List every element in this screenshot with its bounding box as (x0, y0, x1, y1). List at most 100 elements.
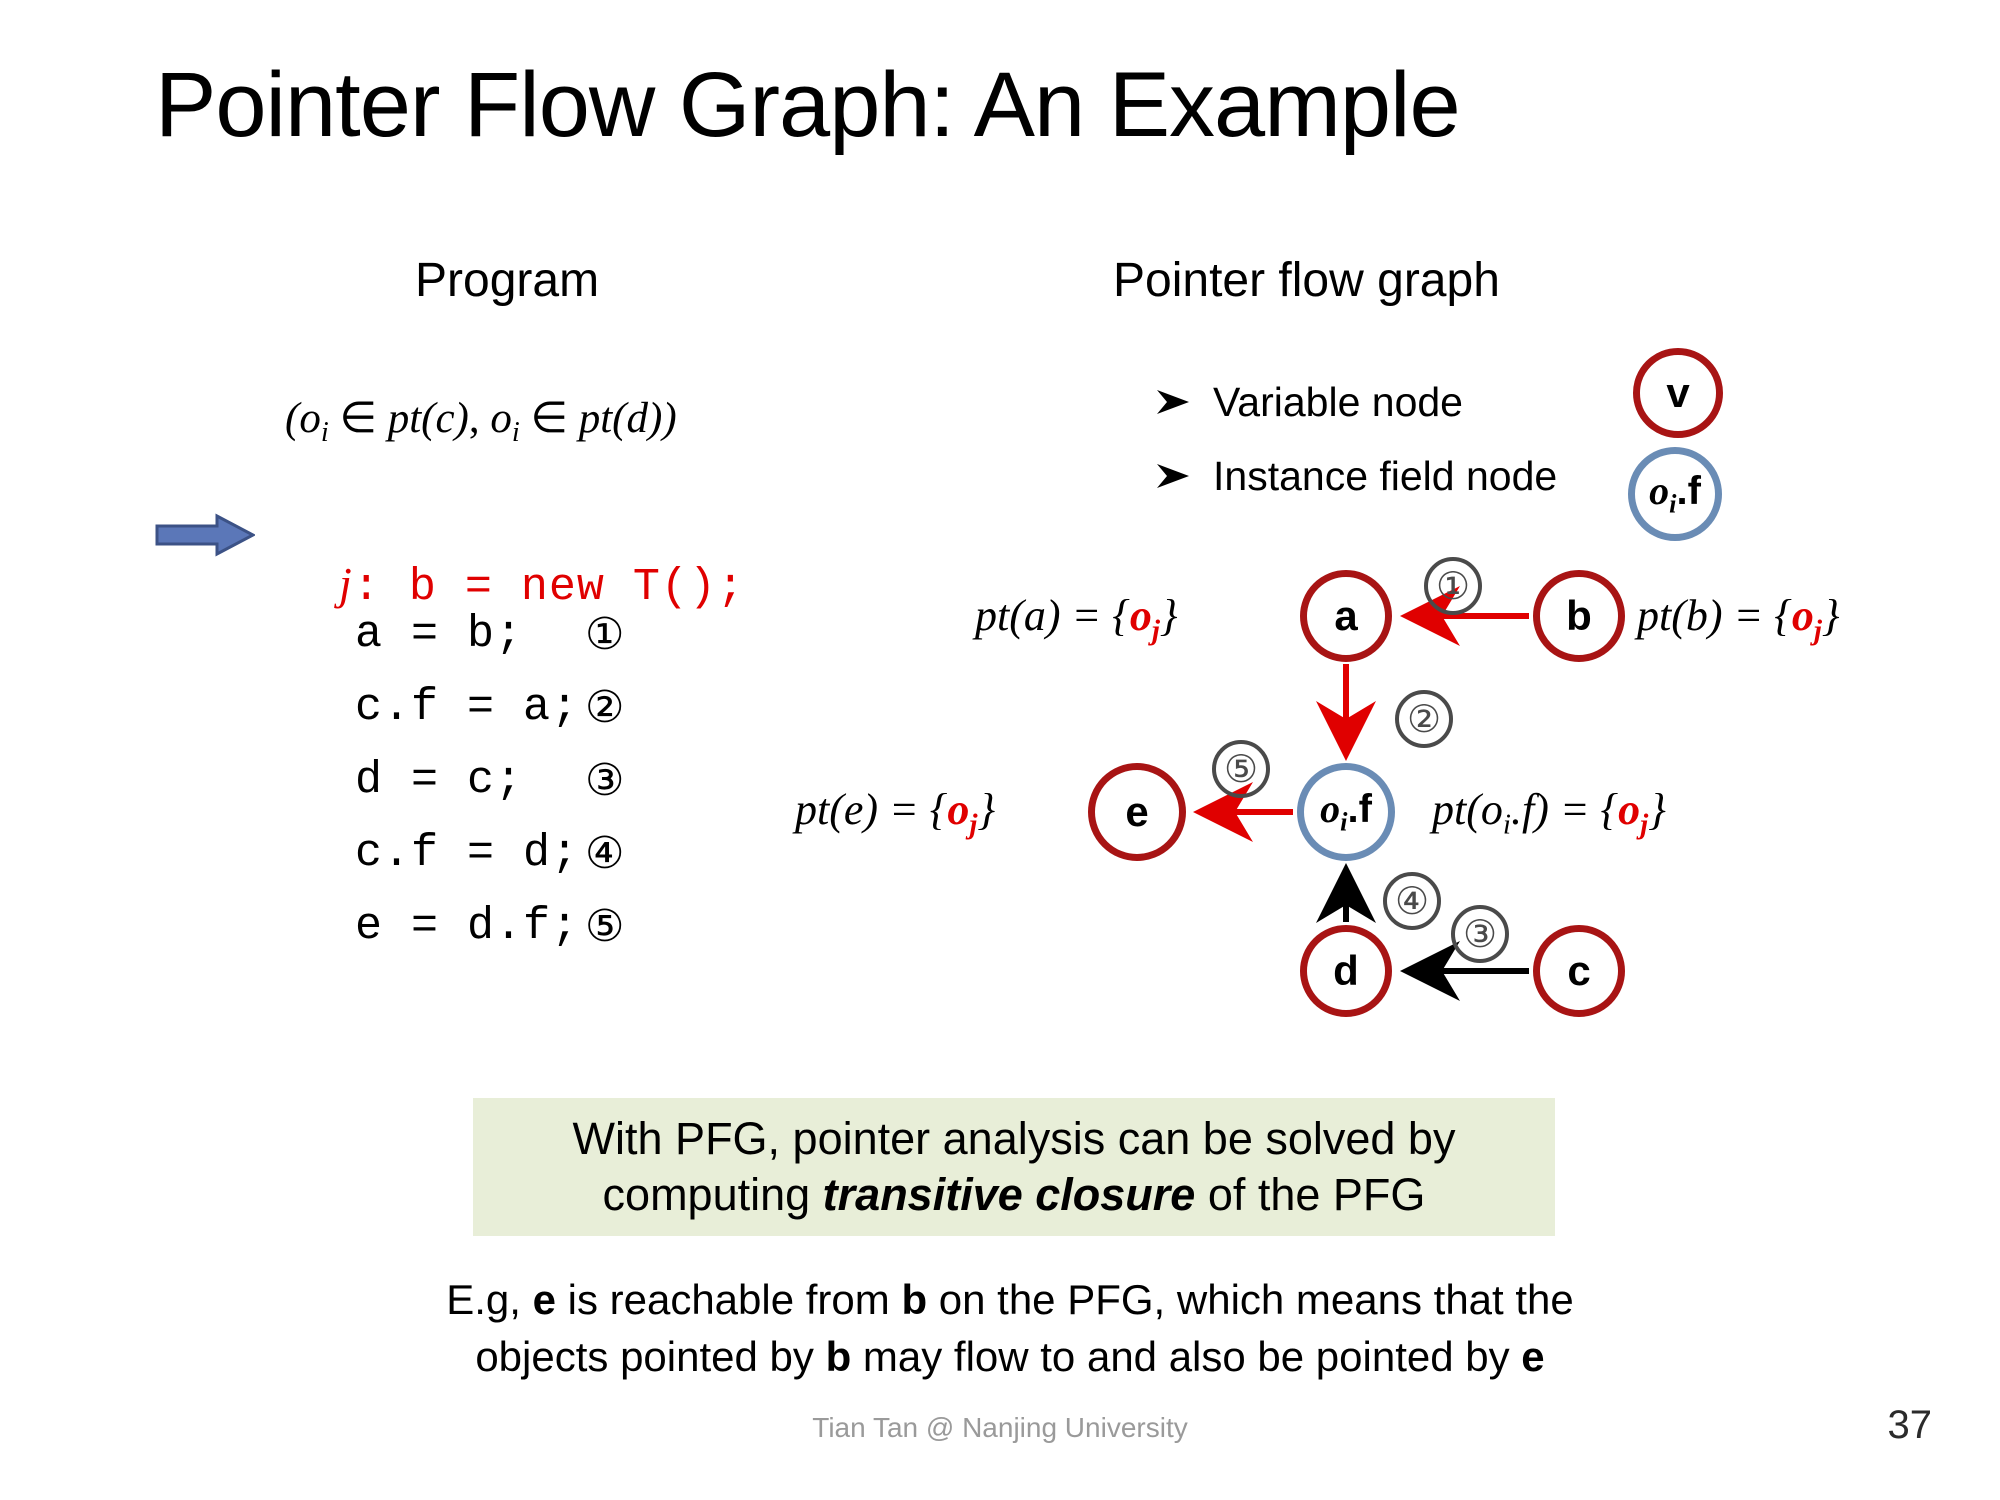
graph-node-c-label: c (1567, 947, 1591, 994)
pt-a-value: o (1129, 591, 1152, 640)
legend-instance-field-node-sample: oi.f (1628, 447, 1722, 541)
graph-node-a: a (1300, 570, 1392, 662)
legend-item-instance-field-node: Instance field node (1155, 439, 1557, 513)
chevron-bullet-icon (1157, 390, 1189, 414)
pt-e-lhs: pt(e) = { (795, 785, 948, 834)
chevron-bullet-icon (1157, 464, 1189, 488)
legend-if-o: o (1649, 468, 1670, 514)
legend-variable-node-sample: v (1633, 348, 1723, 438)
pt-of-value: o (1618, 785, 1641, 834)
program-statement-text: c.f = a; (355, 682, 580, 733)
pt-a-rhs: } (1159, 591, 1178, 640)
precondition-o2: o (490, 395, 512, 442)
program-column-heading: Program (415, 254, 600, 307)
graph-node-e: e (1088, 763, 1186, 861)
edge-number-5: ⑤ (1212, 740, 1270, 798)
program-highlight-line: j: b = new T(); (283, 506, 745, 613)
explanation-p1-c: is reachable from (555, 1276, 902, 1323)
pt-of-lhs-o: pt(o (1432, 785, 1503, 834)
explanation-var-e: e (532, 1276, 556, 1323)
pt-a-lhs: pt(a) = { (975, 591, 1130, 640)
pfg-legend: Variable node Instance field node (1155, 365, 1557, 513)
program-statement-number: ① (585, 608, 625, 660)
program-statement-row: c.f = a; ② (355, 671, 624, 744)
callout-line-1: With PFG, pointer analysis can be solved… (572, 1112, 1456, 1164)
edge-number-2: ② (1395, 690, 1453, 748)
current-statement-arrow-icon (155, 513, 255, 557)
program-statement-row: c.f = d; ④ (355, 817, 624, 890)
program-statement-number: ② (585, 681, 625, 733)
graph-node-b: b (1533, 570, 1625, 662)
graph-if-o: o (1320, 786, 1341, 832)
pt-b-rhs: } (1821, 591, 1840, 640)
page-number: 37 (1887, 1403, 1933, 1447)
program-statement-number: ③ (585, 754, 625, 806)
points-to-label-e: pt(e) = {oj} (795, 784, 995, 841)
legend-if-dotf: .f (1676, 469, 1701, 514)
legend-variable-node-text: v (1666, 369, 1690, 416)
graph-node-a-label: a (1334, 592, 1358, 639)
graph-node-d-label: d (1333, 947, 1359, 994)
explanation-line-2: objects pointed by b may flow to and als… (300, 1329, 1720, 1386)
precondition-o1: o (299, 395, 321, 442)
points-to-label-b: pt(b) = {oj} (1637, 590, 1840, 647)
legend-item-variable-node: Variable node (1155, 365, 1557, 439)
legend-instance-field-node-text: oi.f (1649, 471, 1701, 517)
explanation-p2-a: objects pointed by (475, 1332, 826, 1380)
callout-emphasis: transitive closure (822, 1169, 1196, 1220)
pt-a-value-subscript: j (1151, 614, 1160, 647)
explanation-line-1: E.g, e is reachable from b on the PFG, w… (300, 1272, 1720, 1329)
program-statement-number: ⑤ (585, 900, 625, 952)
precondition-separator: , (468, 395, 491, 442)
precondition-pt1: pt(c) (387, 395, 469, 442)
pfg-column-heading: Pointer flow graph (1113, 254, 1500, 307)
program-statement-number: ④ (585, 827, 625, 879)
graph-node-instance-field-label: oi.f (1320, 789, 1372, 835)
explanation-var-e-2: e (1521, 1332, 1545, 1380)
explanation-p2-c: may flow to and also be pointed by (851, 1332, 1522, 1380)
precondition-o1-subscript: i (320, 417, 329, 449)
precondition-pt2: pt(d) (578, 395, 663, 442)
edge-number-3: ③ (1451, 905, 1509, 963)
key-takeaway-callout: With PFG, pointer analysis can be solved… (473, 1098, 1555, 1236)
pt-of-value-subscript: j (1640, 808, 1649, 841)
pt-b-value-subscript: j (1813, 614, 1822, 647)
graph-node-c: c (1533, 925, 1625, 1017)
points-to-label-instance-field: pt(oi.f) = {oj} (1432, 784, 1666, 841)
explanation-p1-a: E.g, (446, 1276, 533, 1323)
pt-b-lhs: pt(b) = { (1637, 591, 1792, 640)
program-statement-row: a = b; ① (355, 598, 624, 671)
program-statement-row: e = d.f; ⑤ (355, 890, 624, 963)
precondition-suffix: ) (662, 395, 677, 442)
precondition-prefix: ( (285, 395, 300, 442)
footer-credit: Tian Tan @ Nanjing University (812, 1412, 1188, 1443)
program-statement-text: d = c; (355, 755, 524, 806)
callout-line-2-post: of the PFG (1195, 1169, 1426, 1220)
graph-node-d: d (1300, 925, 1392, 1017)
program-statement-text: e = d.f; (355, 901, 580, 952)
graph-node-b-label: b (1566, 592, 1592, 639)
callout-line-2-pre: computing (602, 1169, 823, 1220)
graph-node-instance-field: oi.f (1297, 763, 1395, 861)
callout-line-2: computing transitive closure of the PFG (603, 1167, 1426, 1223)
legend-label-variable-node: Variable node (1213, 378, 1463, 425)
precondition-in1: ∈ (328, 395, 388, 442)
edge-number-1: ① (1424, 557, 1482, 615)
program-highlight-label: j (339, 558, 353, 609)
explanation-var-b: b (901, 1276, 928, 1323)
legend-label-instance-field-node: Instance field node (1213, 452, 1558, 499)
precondition-in2: ∈ (519, 395, 579, 442)
program-statement-text: c.f = d; (355, 828, 580, 879)
program-statement-text: a = b; (355, 609, 524, 660)
explanation-var-b-2: b (825, 1332, 852, 1380)
pt-of-rhs: } (1648, 785, 1666, 834)
pt-e-rhs: } (977, 785, 996, 834)
page-title: Pointer Flow Graph: An Example (155, 54, 1461, 156)
explanation-p1-d: on the PFG, which means that the (927, 1276, 1574, 1323)
explanation-text: E.g, e is reachable from b on the PFG, w… (300, 1272, 1720, 1385)
program-statement-row: d = c; ③ (355, 744, 624, 817)
pt-of-lhs-subscript: i (1502, 808, 1511, 841)
precondition-expression: (oi ∈ pt(c), oi ∈ pt(d)) (285, 393, 677, 449)
pt-of-lhs-rest: .f) = { (1510, 785, 1619, 834)
graph-if-dotf: .f (1347, 787, 1372, 832)
